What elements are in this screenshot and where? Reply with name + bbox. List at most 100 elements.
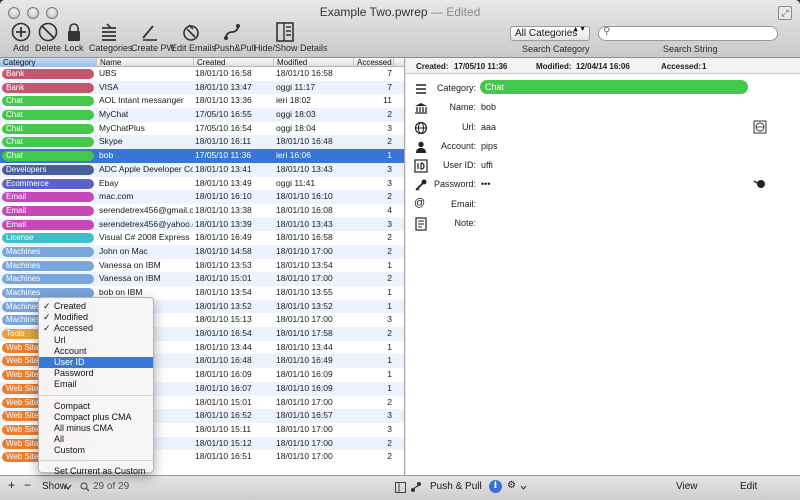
table-row[interactable]: Machines Vanessa on IBM 18/01/10 13:53 18/0… bbox=[0, 259, 404, 273]
table-row[interactable]: Machines Vanessa on IBM 18/01/10 15:01 18/0… bbox=[0, 272, 404, 286]
table-row[interactable]: Bank VISA 18/01/10 13:47 oggi 11:17 7 bbox=[0, 80, 404, 95]
menu-item-password[interactable]: Password bbox=[39, 368, 153, 379]
search-icon: ⚲ bbox=[603, 26, 611, 37]
userid-field: User ID: uffi bbox=[406, 157, 800, 175]
menu-item-modified[interactable]: ✓ Modified bbox=[39, 312, 153, 323]
column-header-category[interactable]: Category bbox=[0, 58, 97, 67]
cell-created: 18/01/10 13:52 bbox=[195, 300, 252, 311]
cell-created: 18/01/10 15:01 bbox=[195, 396, 252, 407]
cell-accessed: 4 bbox=[387, 204, 392, 215]
menu-item-set-current-as-custom[interactable]: Set Current as Custom bbox=[39, 466, 153, 477]
fullscreen-button[interactable]: ⤢ bbox=[778, 6, 792, 20]
cell-created: 18/01/10 14:58 bbox=[195, 245, 252, 256]
gear-icon[interactable]: ⚙ bbox=[507, 480, 516, 491]
menu-item-label: Custom bbox=[54, 445, 86, 456]
table-row[interactable]: Machines John on Mac 18/01/10 14:58 18/01/1… bbox=[0, 244, 404, 259]
menu-item-url[interactable]: Url bbox=[39, 335, 153, 346]
table-row[interactable]: Developers ADC Apple Developer Cor 18/01/1… bbox=[0, 162, 404, 177]
category-value[interactable]: Chat bbox=[480, 80, 748, 94]
cell-created: 18/01/10 16:51 bbox=[195, 451, 252, 462]
table-row[interactable]: Email serendetrex456@yahoo.c 18/01/10 13:3… bbox=[0, 217, 404, 232]
cell-created: 18/01/10 15:12 bbox=[195, 437, 252, 448]
cell-accessed: 2 bbox=[387, 191, 392, 202]
add-button[interactable]: Add bbox=[8, 22, 34, 56]
menu-item-custom[interactable]: Custom bbox=[39, 445, 153, 456]
open-url-icon[interactable] bbox=[753, 120, 767, 134]
edited-status: — Edited bbox=[430, 5, 481, 19]
category-select[interactable]: All Categories ▲▼ bbox=[510, 26, 590, 41]
table-row[interactable]: Chat MyChatPlus 17/05/10 16:54 oggi 18:04 3 bbox=[0, 122, 404, 136]
push-pull-bottom-button[interactable]: Push & Pull bbox=[430, 481, 482, 492]
menu-item-compact-plus-cma[interactable]: Compact plus CMA bbox=[39, 412, 153, 423]
table-row[interactable]: Chat AOL Intant messanger 18/01/10 13:36 ie… bbox=[0, 94, 404, 108]
lock-icon bbox=[68, 23, 80, 41]
view-button[interactable]: View bbox=[676, 481, 698, 492]
table-row[interactable]: Chat bob 17/05/10 11:36 ieri 16:06 1 bbox=[0, 149, 404, 163]
push-pull-button[interactable]: Push&Pull bbox=[214, 22, 256, 56]
table-row[interactable]: Chat MyChat 17/05/10 16:55 oggi 18:03 2 bbox=[0, 108, 404, 122]
categories-button[interactable]: Categories bbox=[89, 22, 133, 56]
note-label: Note: bbox=[454, 218, 476, 228]
toolbar: Example Two.pwrep — Edited ⤢ Add Delete … bbox=[0, 0, 800, 58]
column-header-name[interactable]: Name bbox=[97, 58, 194, 67]
search-input[interactable]: ⚲ bbox=[598, 26, 778, 41]
created-value: 17/05/10 11:36 bbox=[454, 62, 508, 71]
add-entry-button[interactable]: + bbox=[8, 478, 15, 492]
column-header-accessed[interactable]: Accessed bbox=[354, 58, 394, 67]
account-field: Account: pips bbox=[406, 138, 800, 156]
menu-item-account[interactable]: Account bbox=[39, 346, 153, 357]
cell-modified: 18/01/10 13:55 bbox=[276, 287, 333, 297]
cell-created: 18/01/10 16:52 bbox=[195, 410, 252, 421]
accessed-value: 1 bbox=[702, 62, 707, 71]
reveal-password-icon[interactable] bbox=[753, 178, 767, 190]
account-value[interactable]: pips bbox=[481, 141, 498, 151]
cell-category: Chat bbox=[2, 110, 94, 121]
userid-value[interactable]: uffi bbox=[481, 160, 493, 170]
name-value[interactable]: bob bbox=[481, 102, 496, 112]
column-header-created[interactable]: Created bbox=[194, 58, 274, 67]
edit-button[interactable]: Edit bbox=[740, 481, 757, 492]
delete-button[interactable]: Delete bbox=[34, 22, 62, 56]
table-row[interactable]: Ecommerce Ebay 18/01/10 13:49 oggi 11:41 3 bbox=[0, 177, 404, 191]
menu-item-created[interactable]: ✓ Created bbox=[39, 301, 153, 312]
table-row[interactable]: License Visual C# 2008 Express 18/01/10 16… bbox=[0, 231, 404, 245]
table-row[interactable]: Bank UBS 18/01/10 16:58 18/01/10 16:58 7 bbox=[0, 67, 404, 81]
url-value[interactable]: aaa bbox=[481, 122, 496, 132]
menu-item-accessed[interactable]: ✓ Accessed bbox=[39, 323, 153, 334]
cell-accessed: 3 bbox=[387, 410, 392, 421]
cell-created: 18/01/10 16:54 bbox=[195, 328, 252, 339]
detail-pane: Created: 17/05/10 11:36 Modified: 12/04/… bbox=[406, 58, 800, 475]
table-row[interactable]: Email mac.com 18/01/10 16:10 18/01/10 16:10… bbox=[0, 190, 404, 204]
menu-item-user-id[interactable]: User ID bbox=[39, 356, 153, 369]
cell-accessed: 1 bbox=[387, 355, 392, 366]
cell-created: 17/05/10 16:54 bbox=[195, 122, 252, 133]
menu-item-compact[interactable]: Compact bbox=[39, 401, 153, 412]
table-row[interactable]: Email serendetrex456@gmail.co 18/01/10 13:… bbox=[0, 204, 404, 218]
menu-separator bbox=[39, 456, 153, 462]
menu-item-email[interactable]: Email bbox=[39, 379, 153, 390]
cell-name: mac.com bbox=[99, 191, 134, 202]
info-button[interactable]: i bbox=[489, 480, 502, 493]
password-field: Password: ••• bbox=[406, 176, 800, 194]
cell-modified: 18/01/10 17:00 bbox=[276, 423, 333, 434]
modified-value: 12/04/14 16:06 bbox=[576, 62, 630, 71]
checkmark-icon: ✓ bbox=[43, 301, 51, 311]
hide-show-details-button[interactable]: Hide/Show Details bbox=[254, 22, 328, 56]
table-row[interactable]: Chat Skype 18/01/10 16:11 18/01/10 16:48 2 bbox=[0, 135, 404, 150]
accessed-label: Accessed: bbox=[661, 62, 702, 71]
menu-item-all[interactable]: All bbox=[39, 434, 153, 445]
create-pw-button[interactable]: Create PW bbox=[131, 22, 175, 56]
menu-item-label: Email bbox=[54, 379, 77, 390]
column-header-modified[interactable]: Modified bbox=[274, 58, 354, 67]
category-select-value: All Categories bbox=[515, 28, 578, 39]
menu-item-all-minus-cma[interactable]: All minus CMA bbox=[39, 423, 153, 434]
userid-label: User ID: bbox=[442, 160, 476, 170]
table-header: Category Name Created Modified Accessed bbox=[0, 58, 404, 67]
note-field: Note: bbox=[406, 215, 800, 233]
password-value[interactable]: ••• bbox=[481, 179, 490, 189]
cell-accessed: 1 bbox=[387, 287, 392, 297]
sidebar-toggle-icon[interactable] bbox=[395, 482, 406, 493]
edit-emails-button[interactable]: Edit Emails bbox=[171, 22, 216, 56]
remove-entry-button[interactable]: − bbox=[24, 478, 31, 492]
lock-button[interactable]: Lock bbox=[63, 22, 85, 56]
